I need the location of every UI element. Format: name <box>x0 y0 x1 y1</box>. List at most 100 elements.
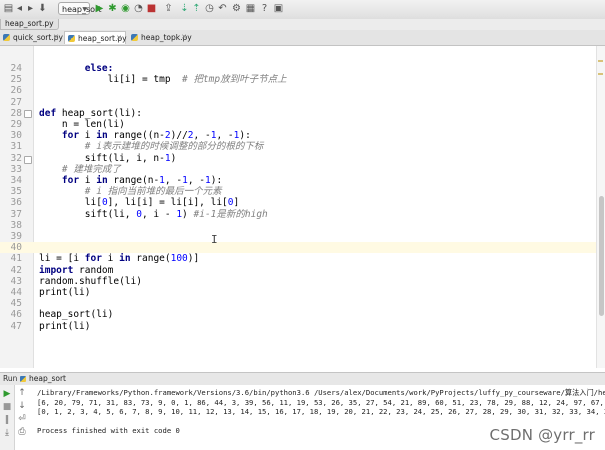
line-number: 36 <box>10 197 22 209</box>
stop-icon[interactable]: ■ <box>145 2 158 16</box>
toolbox-icon[interactable]: ▣ <box>272 2 285 16</box>
code-text[interactable]: print(li) <box>39 321 90 332</box>
code-line[interactable]: 28 def heap_sort(li): <box>0 108 596 119</box>
code-line[interactable]: 39 <box>0 231 596 242</box>
warning-marker[interactable] <box>598 60 603 62</box>
profile-icon[interactable]: ◔ <box>132 2 145 16</box>
code-line[interactable]: 45 <box>0 298 596 309</box>
code-text[interactable]: li[i] = tmp # 把tmp放到叶子节点上 <box>39 74 287 85</box>
structure-icon[interactable]: ▦ <box>244 2 257 16</box>
run-config-select[interactable]: heap_sort ▼ <box>58 2 101 15</box>
line-number: 33 <box>10 163 22 175</box>
soft-wrap-icon[interactable]: ⏎ <box>17 414 27 424</box>
code-line[interactable]: 30 for i in range((n-2)//2, -1, -1): <box>0 130 596 141</box>
code-text[interactable]: li = [i for i in range(100)] <box>39 253 199 264</box>
code-line[interactable]: 25 li[i] = tmp # 把tmp放到叶子节点上 <box>0 74 596 85</box>
code-text[interactable]: for i in range((n-2)//2, -1, -1): <box>39 130 251 141</box>
code-line[interactable]: 24 else: <box>0 63 596 74</box>
code-text[interactable]: else: <box>39 63 114 74</box>
scroll-to-end-icon[interactable]: ⤓ <box>2 428 12 438</box>
code-line[interactable]: 29 n = len(li) <box>0 119 596 130</box>
code-text[interactable]: heap_sort(li) <box>39 309 113 320</box>
code-line[interactable]: 33 # 建堆完成了 <box>0 164 596 175</box>
code-line[interactable]: 31 # i表示建堆的时候调整的部分的根的下标 <box>0 141 596 152</box>
pause-icon[interactable]: ‖ <box>2 415 12 425</box>
code-text[interactable]: import random <box>39 265 113 276</box>
code-line[interactable]: 41 li = [i for i in range(100)] <box>0 253 596 264</box>
code-editor[interactable]: 24 else: 25 li[i] = tmp # 把tmp放到叶子节点上 26 27… <box>0 46 596 368</box>
code-line[interactable]: 47 print(li) <box>0 321 596 332</box>
code-text[interactable]: n = len(li) <box>39 119 125 130</box>
code-line[interactable]: 37 sift(li, 0, i - 1) #i-1是新的high <box>0 209 596 220</box>
stop-icon[interactable]: ■ <box>2 402 12 412</box>
chevron-down-icon: ▼ <box>82 6 87 13</box>
line-number: 43 <box>10 275 22 287</box>
code-text[interactable]: li[0], li[i] = li[i], li[0] <box>39 197 239 208</box>
code-line[interactable]: 43 random.shuffle(li) <box>0 276 596 287</box>
code-line[interactable]: 26 <box>0 85 596 96</box>
console-line: Process finished with exit code 0 <box>37 426 180 435</box>
line-number: 38 <box>10 219 22 231</box>
vcs-commit-icon[interactable]: ⇡ <box>190 2 203 16</box>
breadcrumb-file[interactable]: heap_sort.py <box>0 19 59 30</box>
run-tab[interactable]: heap_sort <box>20 373 66 385</box>
line-number: 31 <box>10 141 22 153</box>
tab-heap-sort[interactable]: heap_sort.py ✕ <box>64 31 127 45</box>
code-line[interactable]: 34 for i in range(n-1, -1, -1): <box>0 175 596 186</box>
code-line[interactable]: 36 li[0], li[i] = li[i], li[0] <box>0 197 596 208</box>
code-text[interactable]: random.shuffle(li) <box>39 276 142 287</box>
code-line[interactable]: 27 <box>0 97 596 108</box>
line-number: 26 <box>10 85 22 97</box>
code-line[interactable]: 40 <box>0 242 596 254</box>
history-icon[interactable]: ◷ <box>203 2 216 16</box>
code-text[interactable]: for i in range(n-1, -1, -1): <box>39 175 222 186</box>
close-icon[interactable]: ✕ <box>53 31 59 44</box>
line-number: 39 <box>10 231 22 242</box>
python-file-icon <box>131 34 138 41</box>
scrollbar-thumb[interactable] <box>599 196 604 316</box>
code-text[interactable]: # i表示建堆的时候调整的部分的根的下标 <box>39 141 264 152</box>
python-file-icon <box>3 34 10 41</box>
run-label: Run <box>3 374 18 383</box>
code-line[interactable]: 42 import random <box>0 265 596 276</box>
debug-icon[interactable]: ✱ <box>106 2 119 16</box>
code-text[interactable]: print(li) <box>39 287 90 298</box>
code-line[interactable]: 44 print(li) <box>0 287 596 298</box>
code-text[interactable]: # 建堆完成了 <box>39 164 121 175</box>
help-icon[interactable]: ? <box>258 2 271 16</box>
code-text[interactable]: sift(li, i, n-1) <box>39 153 177 164</box>
close-icon[interactable]: ✕ <box>181 31 187 44</box>
line-number: 44 <box>10 287 22 298</box>
code-line[interactable]: 46 heap_sort(li) <box>0 309 596 320</box>
print-icon[interactable]: ⎙ <box>17 427 27 437</box>
warning-marker[interactable] <box>598 73 603 75</box>
code-line[interactable]: 32 sift(li, i, n-1) <box>0 153 596 164</box>
code-text[interactable]: def heap_sort(li): <box>39 108 142 119</box>
down-arrow-icon[interactable]: ↓ <box>17 401 27 411</box>
line-number: 46 <box>10 309 22 321</box>
editor-scrollbar[interactable] <box>596 46 605 368</box>
line-number: 40 <box>10 242 22 254</box>
build-icon[interactable]: ⬇ <box>36 2 49 16</box>
settings-icon[interactable]: ⚙ <box>230 2 243 16</box>
close-icon[interactable]: ✕ <box>116 32 122 45</box>
run-icon[interactable]: ▶ <box>93 2 106 16</box>
up-arrow-icon[interactable]: ↑ <box>17 388 27 398</box>
tab-heap-topk[interactable]: heap_topk.py ✕ <box>128 31 192 44</box>
code-text[interactable]: # i 指向当前堆的最后一个元素 <box>39 186 222 197</box>
toolbar: ▤ ◂ ▸ ⬇ heap_sort ▼ ▶ ✱ ◉ ◔ ■ ⇪ ⇣ ⇡ ◷ ↶ … <box>0 0 605 20</box>
run-tool-window-header: Run heap_sort <box>0 372 605 386</box>
rerun-icon[interactable]: ▶ <box>2 389 12 399</box>
line-number: 30 <box>10 130 22 142</box>
watermark: CSDN @yrr_rr <box>489 426 595 444</box>
line-number: 28 <box>10 107 22 119</box>
tab-quick-sort[interactable]: quick_sort.py ✕ <box>0 31 63 44</box>
console-line: [6, 20, 79, 71, 31, 83, 73, 9, 0, 1, 86,… <box>37 397 604 407</box>
code-line[interactable]: 35 # i 指向当前堆的最后一个元素 <box>0 186 596 197</box>
code-text[interactable]: sift(li, 0, i - 1) #i-1是新的high <box>39 209 268 220</box>
update-icon[interactable]: ⇪ <box>162 2 175 16</box>
code-line[interactable]: 38 <box>0 220 596 231</box>
line-number: 34 <box>10 175 22 186</box>
coverage-icon[interactable]: ◉ <box>119 2 132 16</box>
revert-icon[interactable]: ↶ <box>216 2 229 16</box>
